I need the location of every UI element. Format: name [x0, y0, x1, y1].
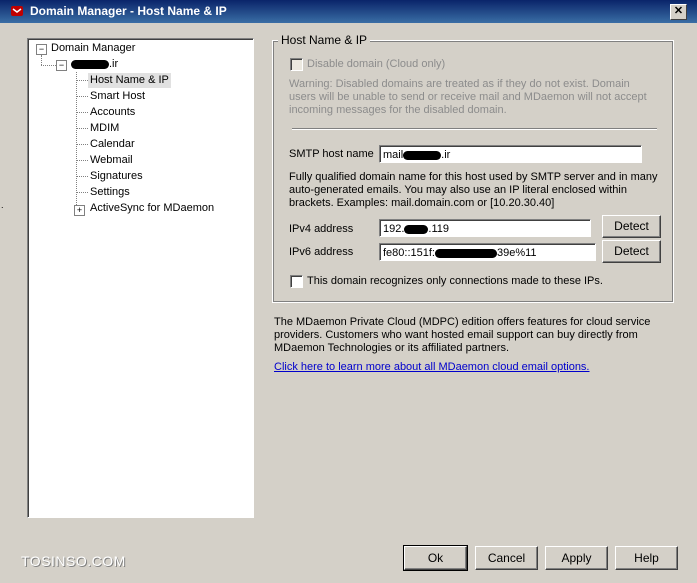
tree-item-smart-host[interactable]: Smart Host: [90, 89, 145, 104]
watermark: TOSINSO.COM: [21, 553, 126, 569]
ok-button[interactable]: Ok: [403, 545, 468, 571]
tree-item-accounts[interactable]: Accounts: [90, 105, 135, 120]
tree-domain[interactable]: .ir: [71, 57, 118, 72]
disabled-warning: Warning: Disabled domains are treated as…: [289, 78, 647, 116]
smtp-host-label: SMTP host name: [289, 148, 374, 160]
ipv6-label: IPv6 address: [289, 246, 354, 258]
tree-item-signatures[interactable]: Signatures: [90, 169, 143, 184]
separator: [292, 128, 657, 130]
window-title: Domain Manager - Host Name & IP: [30, 4, 227, 18]
navigation-tree[interactable]: − Domain Manager − .ir Host Name & IP Sm…: [27, 38, 254, 518]
detect-ipv6-button[interactable]: Detect: [602, 240, 661, 263]
smtp-host-input[interactable]: mail .ir: [379, 145, 642, 163]
disable-domain-label: Disable domain (Cloud only): [307, 58, 446, 70]
ipv4-input[interactable]: 192. .119: [379, 219, 591, 237]
ipv4-prefix: 192.: [383, 223, 405, 235]
tree-line: [76, 176, 88, 177]
close-button[interactable]: ✕: [670, 4, 687, 20]
ipv6-suffix: 39e%11: [497, 247, 537, 259]
tree-item-mdim[interactable]: MDIM: [90, 121, 119, 136]
recognize-ips-checkbox[interactable]: [290, 275, 303, 288]
smtp-prefix: mail: [383, 149, 404, 161]
detect-ipv4-button[interactable]: Detect: [602, 215, 661, 238]
ipv4-label: IPv4 address: [289, 223, 354, 235]
apply-button[interactable]: Apply: [545, 546, 608, 570]
help-button[interactable]: Help: [615, 546, 678, 570]
tree-line: [76, 112, 88, 113]
smtp-suffix: .ir: [441, 149, 451, 161]
tree-line: [76, 160, 88, 161]
ipv4-suffix: .119: [428, 223, 450, 235]
expand-activesync-icon[interactable]: +: [74, 205, 85, 216]
tree-line: [76, 80, 88, 81]
recognize-ips-label: This domain recognizes only connections …: [307, 275, 603, 287]
group-legend: Host Name & IP: [278, 33, 371, 47]
tree-root[interactable]: Domain Manager: [51, 41, 135, 56]
tree-line: [41, 65, 56, 66]
tree-item-settings[interactable]: Settings: [90, 185, 130, 200]
tree-item-webmail[interactable]: Webmail: [90, 153, 133, 168]
redacted-ipv4: [404, 224, 429, 234]
tree-line: [76, 96, 88, 97]
tree-item-calendar[interactable]: Calendar: [90, 137, 135, 152]
tree-line: [41, 55, 42, 65]
ipv6-prefix: fe80::151f:: [383, 247, 435, 259]
cloud-info-text: The MDaemon Private Cloud (MDPC) edition…: [274, 316, 651, 354]
collapse-domain-icon[interactable]: −: [56, 60, 67, 71]
redacted-domain: [71, 59, 109, 69]
domain-suffix: .ir: [109, 58, 119, 70]
title-bar: Domain Manager - Host Name & IP ✕: [0, 0, 697, 23]
collapse-root-icon[interactable]: −: [36, 44, 47, 55]
tree-line: [76, 128, 88, 129]
cancel-button[interactable]: Cancel: [475, 546, 538, 570]
edge-mark: .: [1, 200, 4, 210]
cloud-options-link[interactable]: Click here to learn more about all MDaem…: [274, 361, 590, 373]
redacted-ipv6: [435, 248, 497, 258]
fqdn-note: Fully qualified domain name for this hos…: [289, 171, 658, 209]
tree-line: [76, 72, 77, 209]
disable-domain-checkbox[interactable]: [290, 58, 303, 71]
tree-line: [76, 144, 88, 145]
tree-item-host-name-ip[interactable]: Host Name & IP: [88, 73, 171, 88]
redacted-host: [403, 150, 442, 160]
tree-line: [76, 192, 88, 193]
tree-item-activesync[interactable]: ActiveSync for MDaemon: [90, 201, 214, 216]
ipv6-input[interactable]: fe80::151f: 39e%11: [379, 243, 596, 261]
app-icon: [11, 6, 23, 16]
